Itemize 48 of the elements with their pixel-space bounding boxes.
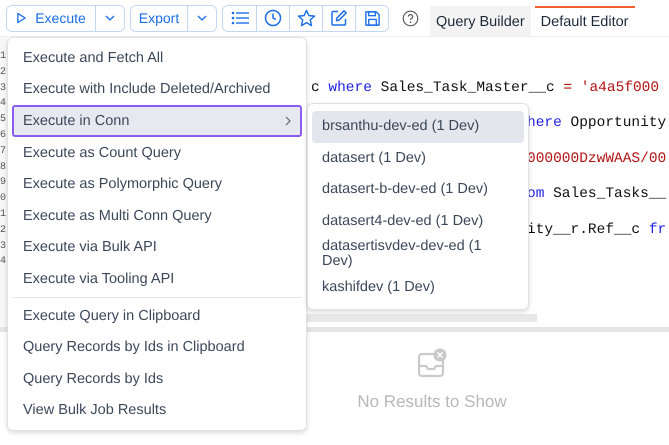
line-number: 4 <box>0 97 7 112</box>
clock-icon <box>264 9 282 27</box>
menu-item[interactable]: Query Records by Ids <box>12 362 302 395</box>
menu-item[interactable]: Execute as Polymorphic Query <box>12 168 302 200</box>
star-icon <box>296 9 316 27</box>
line-number: 2 <box>0 224 7 238</box>
save-button[interactable] <box>355 6 388 30</box>
play-icon <box>16 12 28 24</box>
menu-item[interactable]: Execute as Multi Conn Query <box>12 200 302 232</box>
menu-item[interactable]: View Bulk Job Results <box>12 394 302 426</box>
line-number: 9 <box>0 176 7 190</box>
submenu-item[interactable]: datasert (1 Dev) <box>312 142 524 174</box>
line-number: 7 <box>0 144 7 159</box>
code-line: ity__r.Ref__c fr <box>527 222 666 238</box>
help-icon[interactable] <box>402 10 419 26</box>
submenu-item[interactable]: datasert-b-dev-ed (1 Dev) <box>312 174 524 206</box>
submenu-item[interactable]: datasert4-dev-ed (1 Dev) <box>312 206 524 237</box>
list-icon <box>230 11 248 25</box>
line-number: 1 <box>0 50 7 64</box>
editor-tab[interactable]: Query Builder <box>430 6 531 36</box>
code-line: 000000DzwWAAS/00 <box>527 150 666 167</box>
menu-item[interactable]: Execute with Include Deleted/Archived <box>12 74 302 106</box>
menu-item[interactable]: Execute in Conn <box>12 105 302 137</box>
line-number: 0 <box>0 192 7 206</box>
line-number: 3 <box>0 82 7 96</box>
menu-item[interactable]: Execute and Fetch All <box>12 42 302 74</box>
submenu-item[interactable]: kashifdev (1 Dev) <box>312 271 524 303</box>
line-number: 3 <box>0 240 7 254</box>
line-number: 6 <box>0 128 7 143</box>
menu-item[interactable]: Execute as Count Query <box>12 136 302 168</box>
menu-item[interactable]: Execute via Tooling API <box>12 263 302 295</box>
line-number: 8 <box>0 160 7 175</box>
edit-icon <box>330 9 348 27</box>
caret-icon <box>197 15 207 21</box>
save-icon <box>364 10 380 26</box>
empty-inbox-icon <box>417 348 447 378</box>
line-number: 5 <box>0 113 7 128</box>
submenu-item[interactable]: brsanthu-dev-ed (1 Dev) <box>312 111 524 142</box>
line-number: 1 <box>0 208 7 222</box>
menu-item[interactable]: Execute Query in Clipboard <box>12 300 302 332</box>
menu-item[interactable]: Execute via Bulk API <box>12 232 302 264</box>
line-number: 4 <box>0 255 7 270</box>
caret-icon <box>105 15 115 21</box>
menu-item[interactable]: Query Records by Ids in Clipboard <box>12 331 302 363</box>
empty-message: No Results to Show <box>357 392 507 412</box>
line-number: 2 <box>0 66 7 80</box>
submenu-item[interactable]: datasertisvdev-dev-ed (1 Dev) <box>312 237 524 272</box>
code-line: c where Sales_Task_Master__c = 'a4a5f000 <box>311 80 660 96</box>
